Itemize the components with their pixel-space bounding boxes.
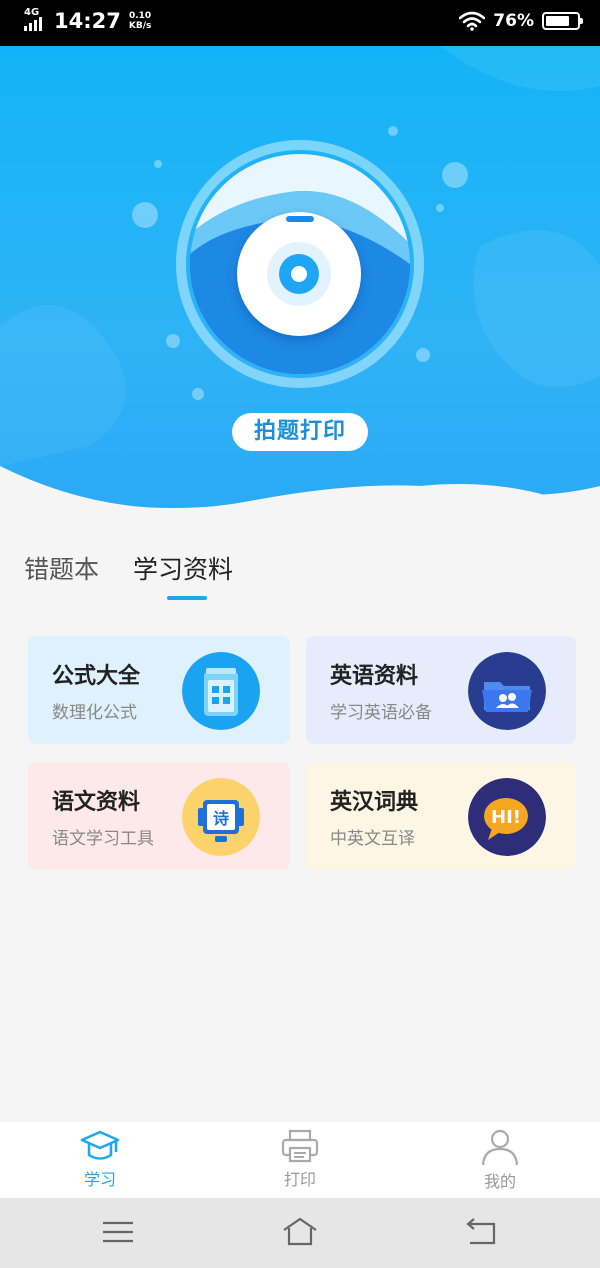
- nav-label: 学习: [83, 1170, 116, 1189]
- poem-book-icon: 诗: [182, 778, 260, 856]
- card-english-materials[interactable]: 英语资料 学习英语必备: [306, 636, 576, 744]
- nav-label: 打印: [283, 1170, 316, 1189]
- signal-icon: 4G: [24, 7, 50, 33]
- content-tabs: 错题本 学习资料: [24, 550, 233, 600]
- nav-study[interactable]: 学习: [0, 1122, 200, 1198]
- home-icon[interactable]: [282, 1216, 318, 1248]
- card-subtitle: 学习英语必备: [330, 703, 432, 723]
- status-bar: 4G 14:27 0.10 KB/s 76%: [0, 0, 600, 46]
- active-tab-indicator: [167, 596, 208, 600]
- hi-icon-text: HI!: [491, 807, 521, 828]
- poem-icon-text: 诗: [213, 809, 229, 828]
- network-speed-value: 0.10: [128, 11, 152, 21]
- folder-users-icon: [468, 652, 546, 730]
- tab-study-materials[interactable]: 学习资料: [133, 550, 233, 600]
- card-subtitle: 中英文互译: [330, 829, 415, 849]
- back-icon[interactable]: [464, 1216, 500, 1248]
- tab-mistake-book[interactable]: 错题本: [24, 550, 99, 600]
- graduation-cap-icon: [80, 1130, 120, 1160]
- photo-print-button[interactable]: 拍题打印: [232, 413, 368, 451]
- card-chinese-materials[interactable]: 语文资料 语文学习工具 诗: [28, 762, 290, 870]
- nav-print[interactable]: 打印: [200, 1122, 400, 1198]
- battery-icon: [542, 12, 583, 30]
- system-navigation-bar: [0, 1198, 600, 1268]
- battery-percent: 76%: [493, 11, 534, 31]
- calculator-icon: [182, 652, 260, 730]
- printer-icon: [281, 1129, 319, 1163]
- card-subtitle: 语文学习工具: [52, 829, 154, 849]
- wifi-icon: [459, 11, 486, 31]
- nav-label: 我的: [483, 1172, 516, 1191]
- card-title: 公式大全: [52, 664, 141, 689]
- card-title: 英汉词典: [330, 790, 419, 815]
- card-english-chinese-dictionary[interactable]: 英汉词典 中英文互译 HI!: [306, 762, 576, 870]
- hi-speech-bubble-icon: HI!: [468, 778, 546, 856]
- network-speed-unit: KB/s: [128, 21, 152, 31]
- user-icon: [481, 1129, 519, 1166]
- bottom-navigation: 学习 打印 我的: [0, 1122, 600, 1198]
- menu-icon[interactable]: [100, 1216, 136, 1248]
- hero-banner: 拍题打印: [0, 46, 600, 536]
- network-speed: 0.10 KB/s: [129, 11, 151, 31]
- tab-label: 错题本: [24, 555, 100, 584]
- card-title: 英语资料: [330, 664, 419, 689]
- tab-label: 学习资料: [133, 555, 234, 584]
- card-subtitle: 数理化公式: [52, 703, 137, 723]
- clock: 14:27: [54, 9, 121, 33]
- card-formula-collection[interactable]: 公式大全 数理化公式: [28, 636, 290, 744]
- nav-mine[interactable]: 我的: [400, 1122, 600, 1198]
- card-title: 语文资料: [52, 790, 141, 815]
